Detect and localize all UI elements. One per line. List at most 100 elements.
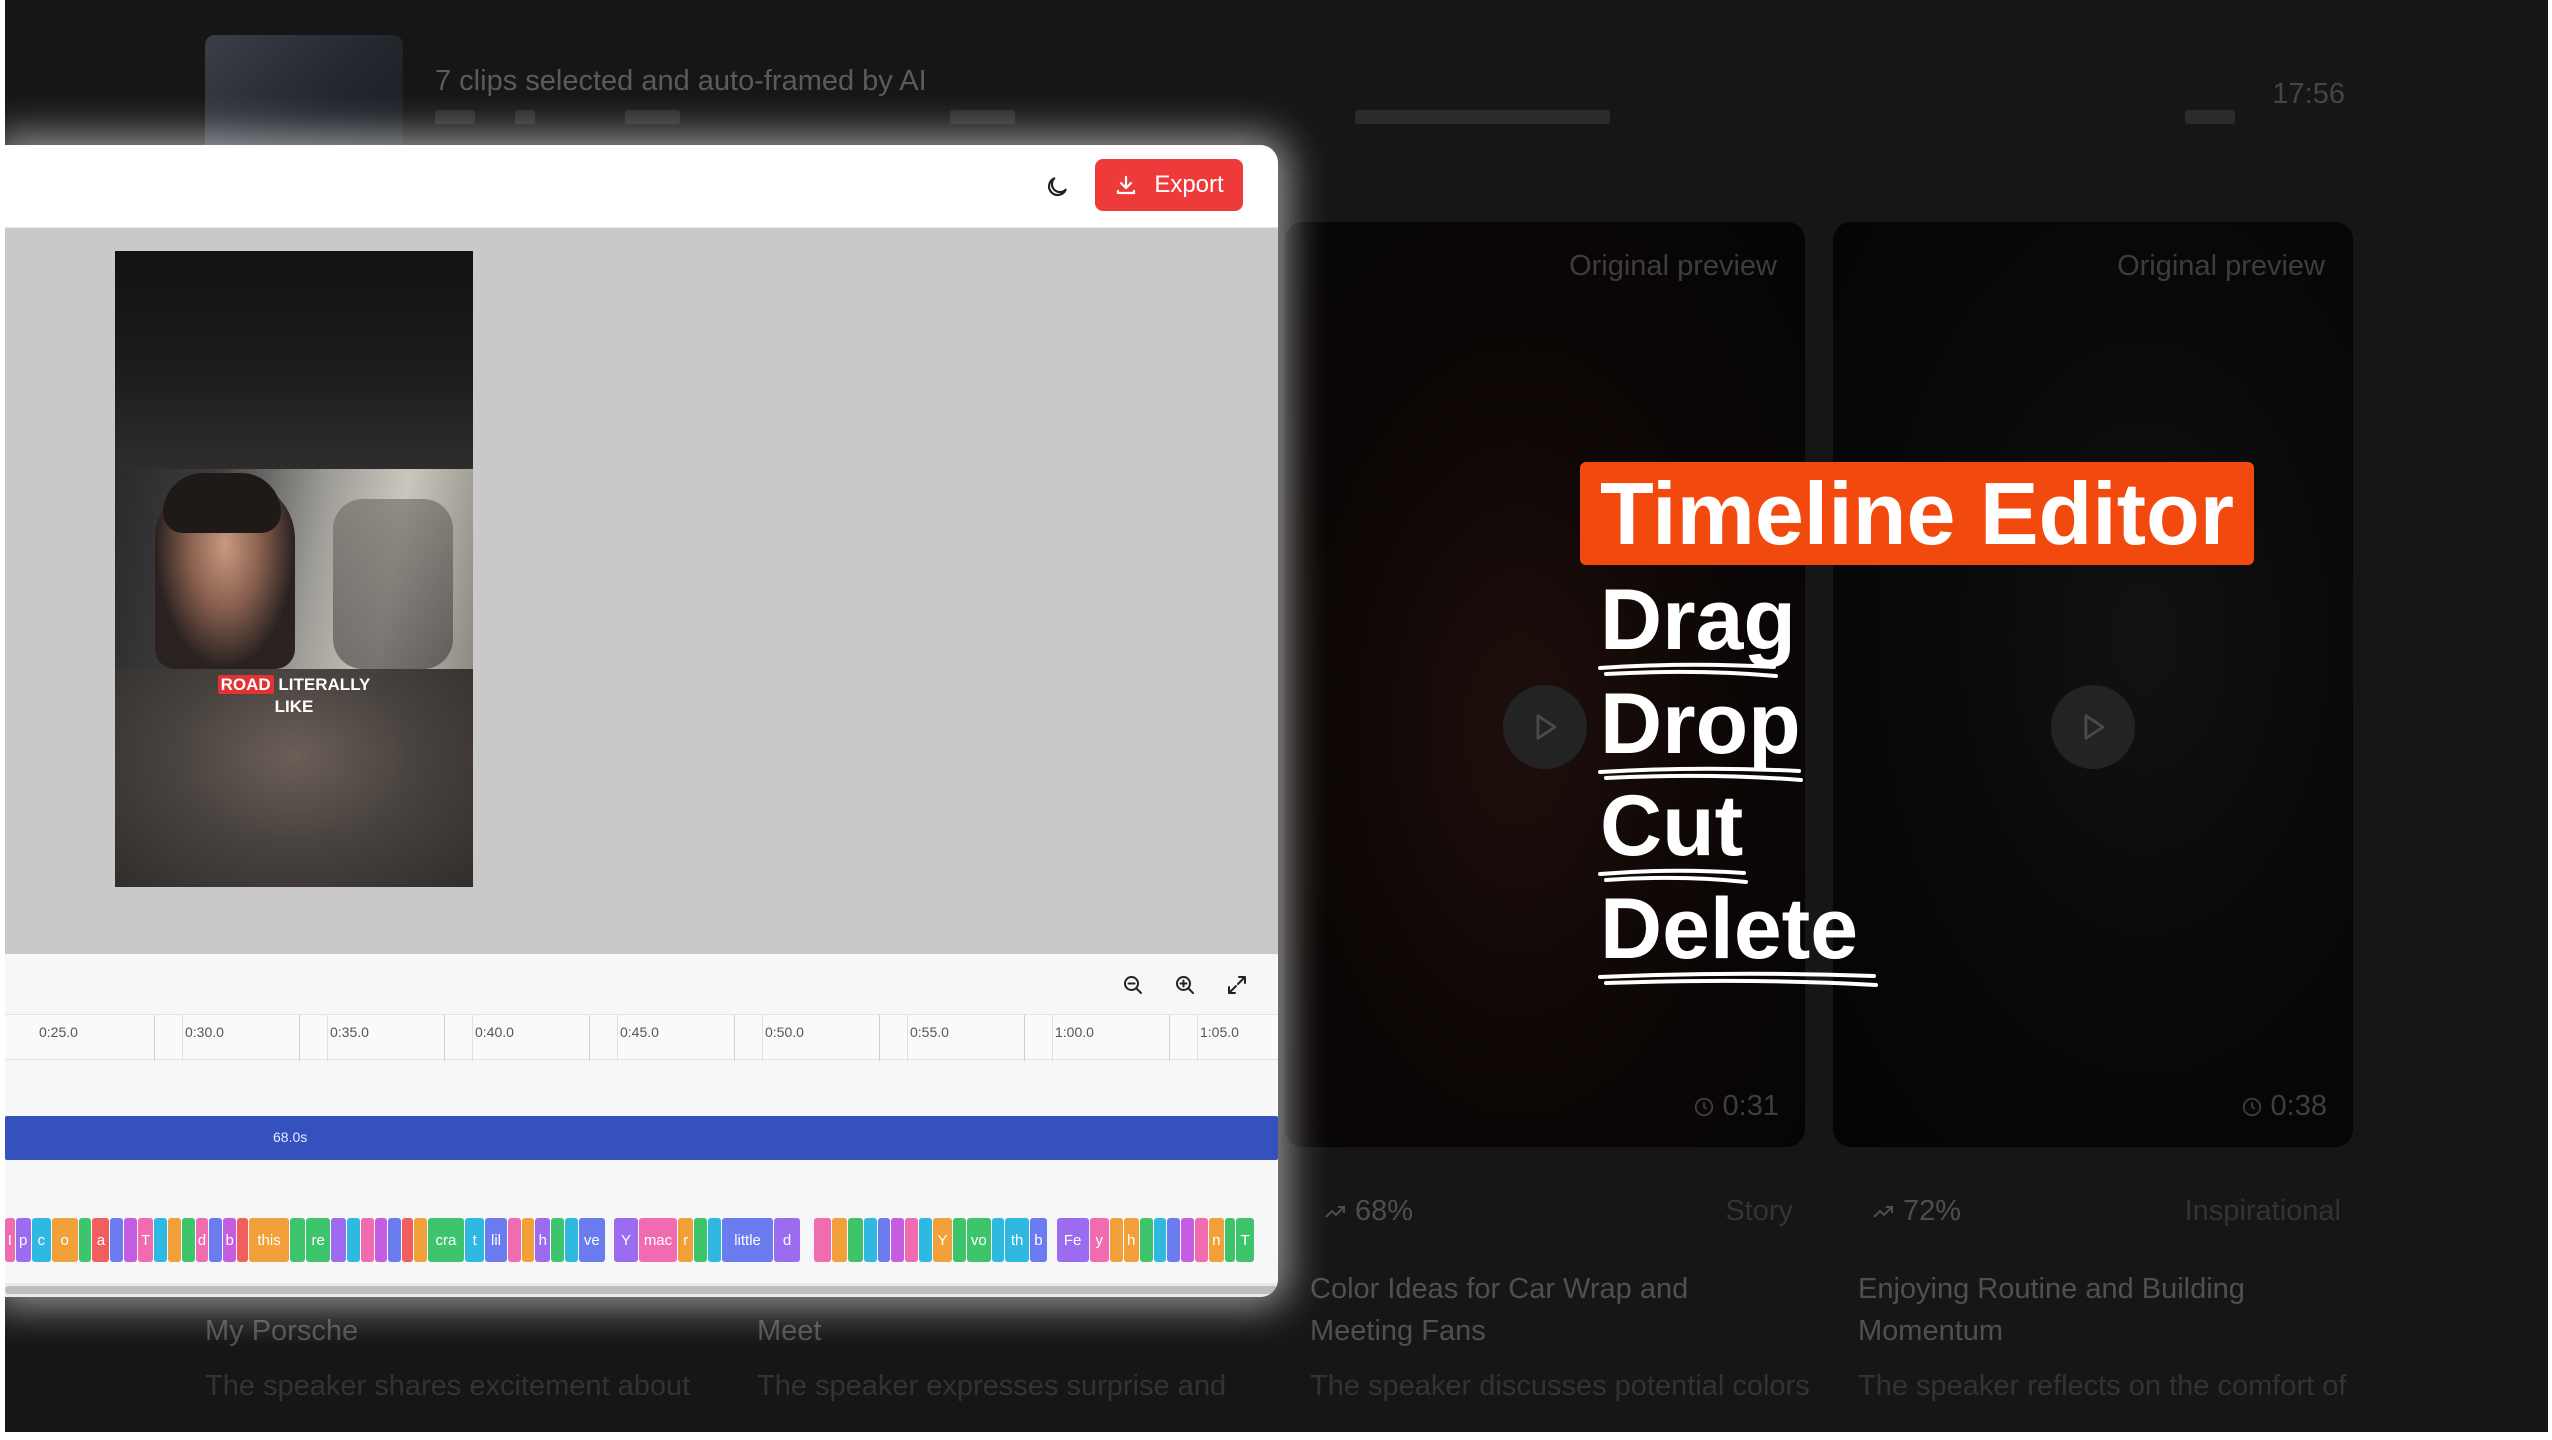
word-chip[interactable]: [551, 1218, 565, 1262]
vertical-video-preview[interactable]: ROAD LITERALLY LIKE: [115, 251, 473, 887]
clip-card-description: The speaker discusses potential colors f…: [1310, 1370, 1810, 1413]
word-chip[interactable]: [388, 1218, 402, 1262]
word-chip[interactable]: ve: [578, 1218, 605, 1262]
ruler-divider: [907, 1015, 908, 1061]
word-chip[interactable]: [167, 1218, 181, 1262]
word-chip[interactable]: c: [31, 1218, 51, 1262]
word-chip[interactable]: [919, 1218, 932, 1262]
word-chip[interactable]: [110, 1218, 124, 1262]
word-chip[interactable]: d: [774, 1218, 800, 1262]
word-chip[interactable]: [1139, 1218, 1153, 1262]
word-chip[interactable]: [1109, 1218, 1123, 1262]
word-chip[interactable]: [330, 1218, 346, 1262]
word-chip[interactable]: T: [138, 1218, 154, 1262]
promo-item-cut: Cut: [1598, 776, 1748, 884]
word-chip[interactable]: [1167, 1218, 1181, 1262]
word-chip[interactable]: mac: [638, 1218, 678, 1262]
word-chip[interactable]: vo: [967, 1218, 991, 1262]
word-chip[interactable]: Fe: [1056, 1218, 1089, 1262]
word-gap: [1048, 1218, 1057, 1262]
caption-highlight-word: ROAD: [217, 675, 274, 694]
word-chip[interactable]: [209, 1218, 223, 1262]
time-ruler[interactable]: 0:25.0 0:30.0 0:35.0 0:40.0 0:45.0 0:50.0 0:55…: [5, 1014, 1278, 1061]
word-chip[interactable]: [402, 1218, 413, 1262]
word-chip[interactable]: cra: [427, 1218, 465, 1262]
segment-marker: [2185, 110, 2235, 124]
segment-marker: [950, 110, 1015, 124]
word-chip[interactable]: [507, 1218, 521, 1262]
word-chip[interactable]: [78, 1218, 92, 1262]
word-chip[interactable]: t: [465, 1218, 485, 1262]
word-chip[interactable]: lil: [485, 1218, 507, 1262]
clip-batch-row: 7 clips selected and auto-framed by AI 1…: [205, 30, 2345, 160]
fit-to-screen-button[interactable]: [1218, 966, 1256, 1004]
timeline-scrollbar[interactable]: [5, 1283, 1278, 1297]
word-chip[interactable]: Y: [614, 1218, 638, 1262]
word-chip[interactable]: [181, 1218, 195, 1262]
word-chip[interactable]: this: [248, 1218, 290, 1262]
ruler-tick-label: 0:25.0: [39, 1024, 78, 1040]
word-chip[interactable]: [413, 1218, 427, 1262]
word-chip[interactable]: th: [1005, 1218, 1029, 1262]
word-chip[interactable]: [346, 1218, 360, 1262]
word-chip[interactable]: [877, 1218, 891, 1262]
play-icon[interactable]: [1503, 685, 1587, 769]
word-chip[interactable]: b: [1029, 1218, 1047, 1262]
word-chip[interactable]: n: [1208, 1218, 1224, 1262]
word-chip[interactable]: re: [306, 1218, 330, 1262]
word-chip[interactable]: [1153, 1218, 1167, 1262]
word-chip[interactable]: [565, 1218, 578, 1262]
word-chip[interactable]: h: [1123, 1218, 1139, 1262]
word-chip[interactable]: [991, 1218, 1005, 1262]
batch-thumbnail: [205, 35, 403, 155]
clip-card-title: Enjoying Routine and Building Momentum: [1858, 1273, 2245, 1347]
promo-item-drop: Drop: [1598, 674, 1803, 782]
virality-score: 68%: [1323, 1195, 1413, 1228]
word-chip[interactable]: [374, 1218, 388, 1262]
word-chip[interactable]: a: [92, 1218, 110, 1262]
word-chip[interactable]: [154, 1218, 167, 1262]
word-chip[interactable]: d: [195, 1218, 209, 1262]
zoom-out-button[interactable]: [1114, 966, 1152, 1004]
word-chip[interactable]: y: [1089, 1218, 1109, 1262]
word-chip[interactable]: [813, 1218, 831, 1262]
ruler-tick: 0:50.0: [734, 1015, 804, 1061]
word-track[interactable]: Ip c o a Td b this re cra t lil h ve Ymac r little d Yvo t…: [5, 1218, 1278, 1262]
word-chip[interactable]: p: [15, 1218, 31, 1262]
word-chip[interactable]: Y: [932, 1218, 953, 1262]
scrollbar-thumb[interactable]: [5, 1286, 1278, 1294]
ruler-tick-label: 1:05.0: [1200, 1024, 1239, 1040]
clip-card-preview[interactable]: Original preview 0:38: [1833, 222, 2353, 1147]
word-chip[interactable]: T: [1236, 1218, 1254, 1262]
word-chip[interactable]: [1195, 1218, 1208, 1262]
word-chip[interactable]: [1181, 1218, 1194, 1262]
word-chip[interactable]: [237, 1218, 248, 1262]
word-chip[interactable]: b: [223, 1218, 237, 1262]
original-preview-label: Original preview: [1569, 250, 1777, 282]
theme-toggle-button[interactable]: [1035, 165, 1079, 209]
word-chip[interactable]: [694, 1218, 708, 1262]
zoom-in-button[interactable]: [1166, 966, 1204, 1004]
word-chip[interactable]: [905, 1218, 919, 1262]
word-chip[interactable]: [891, 1218, 905, 1262]
word-chip[interactable]: [521, 1218, 535, 1262]
word-chip[interactable]: [831, 1218, 847, 1262]
word-chip[interactable]: [124, 1218, 138, 1262]
word-chip[interactable]: o: [51, 1218, 78, 1262]
word-chip[interactable]: [290, 1218, 306, 1262]
word-chip[interactable]: [360, 1218, 374, 1262]
ruler-tick-label: 0:45.0: [620, 1024, 659, 1040]
word-chip[interactable]: [1224, 1218, 1236, 1262]
word-chip[interactable]: [953, 1218, 966, 1262]
word-chip[interactable]: [863, 1218, 877, 1262]
word-chip[interactable]: [847, 1218, 863, 1262]
word-chip[interactable]: r: [678, 1218, 694, 1262]
clip-length-label: 68.0s: [273, 1129, 308, 1145]
export-button[interactable]: Export: [1095, 159, 1243, 211]
word-chip[interactable]: little: [721, 1218, 774, 1262]
play-icon[interactable]: [2051, 685, 2135, 769]
word-chip[interactable]: h: [535, 1218, 551, 1262]
main-clip-track[interactable]: 68.0s: [5, 1116, 1278, 1160]
word-chip[interactable]: [708, 1218, 721, 1262]
word-chip[interactable]: I: [5, 1218, 15, 1262]
